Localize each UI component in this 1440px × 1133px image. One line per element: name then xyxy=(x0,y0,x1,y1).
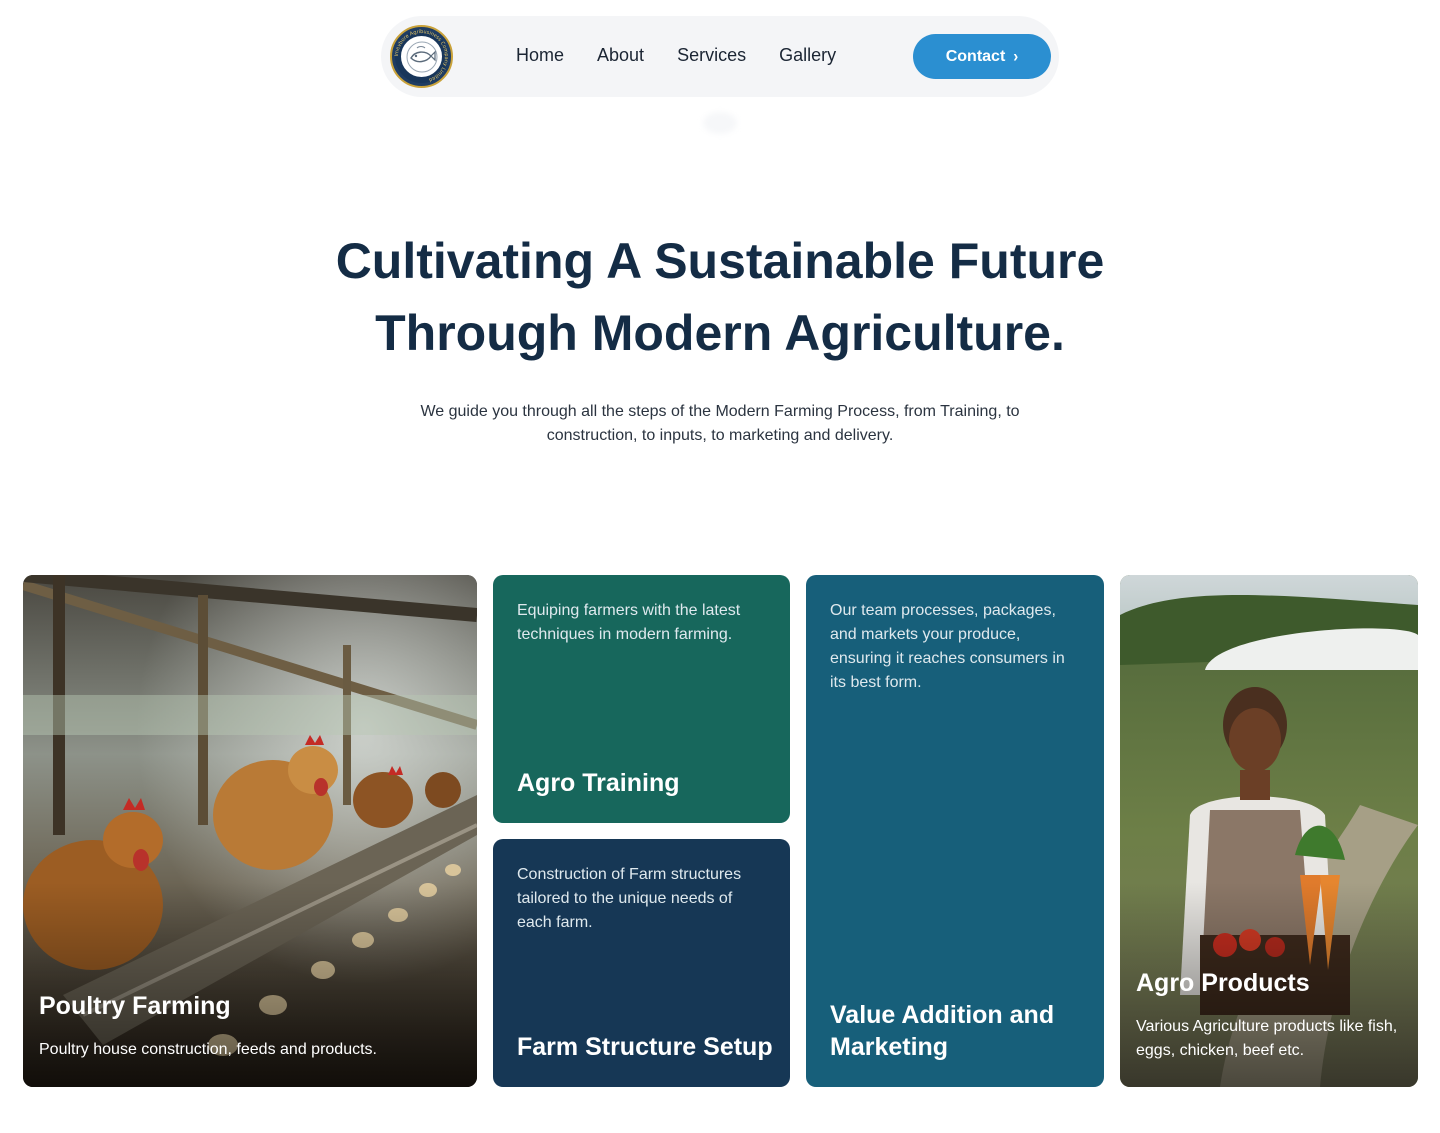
nav-gallery-link[interactable]: Gallery xyxy=(779,44,836,66)
training-description: Equiping farmers with the latest techniq… xyxy=(517,602,741,643)
structure-description: Construction of Farm structures tailored… xyxy=(517,866,742,931)
nav-home-link[interactable]: Home xyxy=(516,44,564,66)
card-agro-products[interactable]: Agro Products Various Agriculture produc… xyxy=(1120,575,1418,1087)
card-agro-training[interactable]: Equiping farmers with the latest techniq… xyxy=(493,575,790,823)
navbar: Imevbore Agribusiness Company Limited Ho… xyxy=(381,16,1059,97)
value-title: Value Addition and Marketing xyxy=(830,1001,1055,1061)
chevron-right-icon: › xyxy=(1013,47,1019,66)
contact-button-label: Contact xyxy=(945,47,1006,65)
hero-title: Cultivating A Sustainable Future Through… xyxy=(0,225,1440,369)
training-title: Agro Training xyxy=(517,769,680,797)
nav-about-link[interactable]: About xyxy=(597,44,644,66)
svg-text:Imevbore Agribusiness Company: Imevbore Agribusiness Company Limited xyxy=(394,29,449,83)
contact-button[interactable]: Contact › xyxy=(913,34,1051,79)
card-value-addition[interactable]: Our team processes, packages, and market… xyxy=(806,575,1104,1087)
nav-services-link[interactable]: Services xyxy=(677,44,746,66)
products-description: Various Agriculture products like fish, … xyxy=(1136,1018,1398,1059)
decorative-blur xyxy=(703,112,737,134)
company-logo[interactable]: Imevbore Agribusiness Company Limited xyxy=(390,25,453,88)
poultry-description: Poultry house construction, feeds and pr… xyxy=(39,1041,377,1058)
hero-subtitle: We guide you through all the steps of th… xyxy=(420,403,1020,444)
nav-links: Home About Services Gallery xyxy=(516,44,869,66)
card-poultry-farming[interactable]: Poultry Farming Poultry house constructi… xyxy=(23,575,477,1087)
structure-title: Farm Structure Setup xyxy=(517,1033,773,1061)
value-description: Our team processes, packages, and market… xyxy=(830,602,1065,691)
hero-title-line2: Through Modern Agriculture. xyxy=(375,305,1065,361)
products-title: Agro Products xyxy=(1136,969,1310,997)
hero-title-line1: Cultivating A Sustainable Future xyxy=(335,233,1105,289)
logo-text-ring: Imevbore Agribusiness Company Limited xyxy=(394,29,449,83)
poultry-title: Poultry Farming xyxy=(39,992,231,1020)
card-farm-structure[interactable]: Construction of Farm structures tailored… xyxy=(493,839,790,1087)
farmer-photo xyxy=(1120,575,1418,1087)
